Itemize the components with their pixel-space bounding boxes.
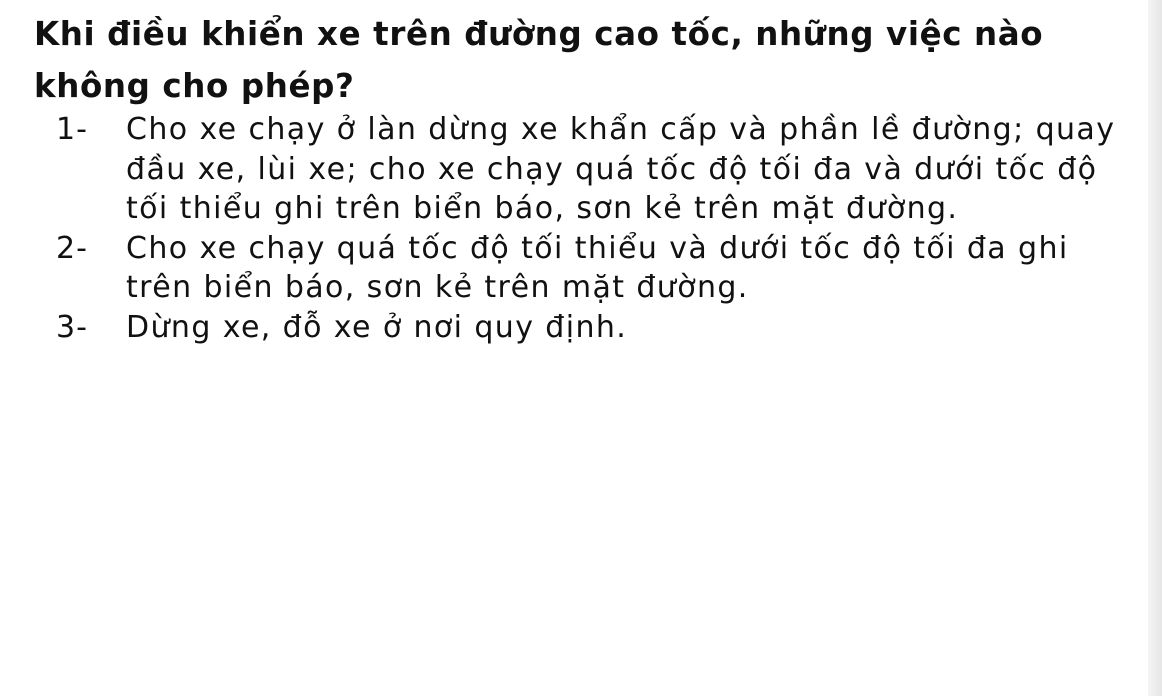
option-number: 1-: [56, 112, 88, 147]
question-card: Khi điều khiển xe trên đường cao tốc, nh…: [0, 0, 1162, 696]
option-text: Cho xe chạy quá tốc độ tối thiểu và dưới…: [126, 230, 1069, 306]
option-number: 3-: [56, 309, 88, 345]
question-text: Khi điều khiển xe trên đường cao tốc, nh…: [34, 15, 1044, 105]
right-edge-shadow: [1148, 0, 1162, 696]
option-text: Dừng xe, đỗ xe ở nơi quy định.: [126, 309, 628, 345]
answer-option-1[interactable]: 1- Cho xe chạy ở làn dừng xe khẩn cấp và…: [56, 110, 1146, 229]
answer-option-3[interactable]: 3- Dừng xe, đỗ xe ở nơi quy định.: [56, 308, 1146, 348]
option-text: Cho xe chạy ở làn dừng xe khẩn cấp và ph…: [126, 112, 1116, 226]
option-number: 2-: [56, 230, 88, 266]
answer-options: 1- Cho xe chạy ở làn dừng xe khẩn cấp và…: [56, 110, 1146, 347]
answer-option-2[interactable]: 2- Cho xe chạy quá tốc độ tối thiểu và d…: [56, 229, 1146, 308]
